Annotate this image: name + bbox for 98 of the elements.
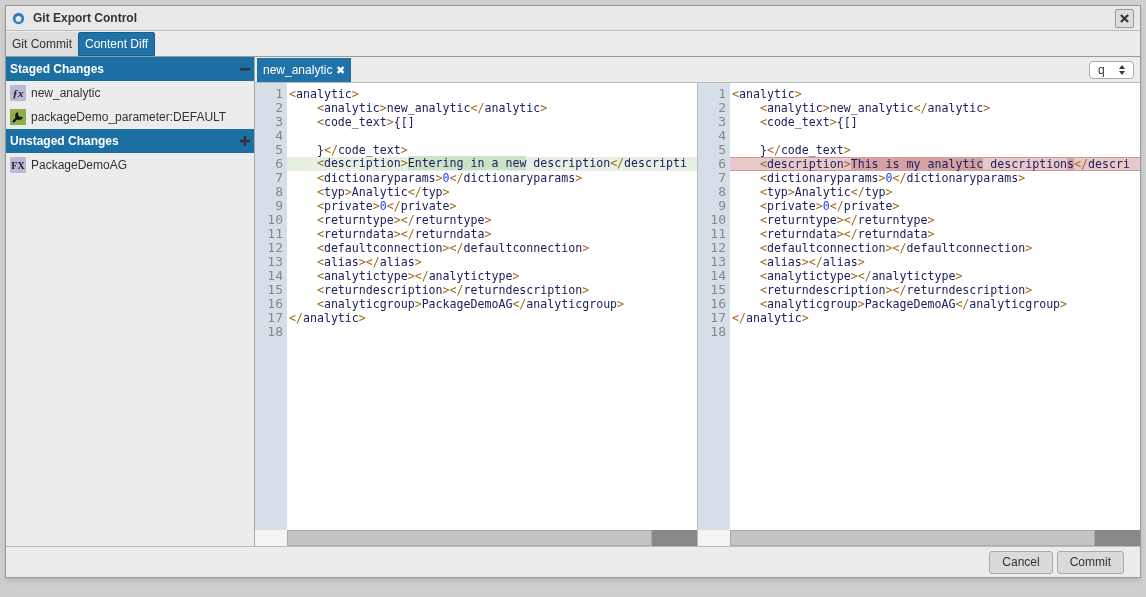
line-number: 10 (709, 213, 727, 227)
line-number: 6 (274, 157, 284, 171)
line-number: 3 (717, 115, 727, 129)
code-line: <code_text>{[] (315, 115, 416, 129)
code-line: </analytic> (731, 311, 810, 325)
line-number: 15 (709, 283, 727, 297)
code-line: <code_text>{[] (758, 115, 859, 129)
line-number: 18 (266, 325, 284, 339)
line-number: 9 (274, 199, 284, 213)
code-line: <defaultconnection></defaultconnection> (758, 241, 1034, 255)
code-line: <analytictype></analytictype> (315, 269, 521, 283)
line-number: 17 (266, 311, 284, 325)
code-line: <analyticgroup>PackageDemoAG</analyticgroup> (758, 297, 1069, 311)
dialog-button[interactable]: Commit (1056, 550, 1124, 574)
section-title: Staged Changes (10, 61, 105, 78)
updown-icon (1119, 65, 1125, 75)
scrollbar-thumb[interactable] (652, 530, 697, 546)
horizontal-scrollbar[interactable] (287, 530, 652, 546)
sidebar-item[interactable]: packageDemo_parameter:DEFAULT (6, 105, 254, 129)
tab-label: new_analytic (263, 62, 333, 79)
code-line: <analytic>new_analytic</analytic> (315, 101, 549, 115)
line-number: 11 (266, 227, 284, 241)
section-title: Unstaged Changes (10, 133, 119, 150)
line-number: 13 (266, 255, 284, 269)
line-number: 5 (717, 143, 727, 157)
code-line: }</code_text> (315, 143, 409, 157)
line-number: 4 (274, 129, 284, 143)
code-line: <returndata></returndata> (758, 227, 936, 241)
code-line: <dictionaryparams>0</dictionaryparams> (758, 171, 1027, 185)
line-number: 18 (709, 325, 727, 339)
section-header[interactable]: Staged Changes (6, 57, 254, 81)
line-number: 7 (717, 171, 727, 185)
function-icon: ƒx (10, 85, 26, 101)
view-select[interactable]: q (1089, 61, 1134, 79)
code-line: <analyticgroup>PackageDemoAG</analyticgroup> (315, 297, 626, 311)
line-number: 16 (709, 297, 727, 311)
code-line: <alias></alias> (758, 255, 866, 269)
line-number: 15 (266, 283, 284, 297)
close-tab-button[interactable]: ✖ (336, 61, 346, 79)
code-line: <private>0</private> (315, 199, 458, 213)
editor-tab[interactable]: new_analytic ✖ (257, 58, 352, 82)
tab[interactable]: Content Diff (78, 32, 156, 56)
function-icon: FX (10, 157, 26, 173)
close-icon (1120, 13, 1129, 23)
code-line: <returntype></returntype> (315, 213, 493, 227)
line-number: 13 (709, 255, 727, 269)
code-editor[interactable] (730, 83, 1140, 530)
code-line: <typ>Analytic</typ> (315, 185, 451, 199)
code-line: <returndescription></returndescription> (315, 283, 591, 297)
line-number: 5 (274, 143, 284, 157)
code-line: <dictionaryparams>0</dictionaryparams> (315, 171, 584, 185)
line-number: 9 (717, 199, 727, 213)
line-number: 14 (709, 269, 727, 283)
item-label: packageDemo_parameter:DEFAULT (31, 109, 227, 126)
line-number: 8 (717, 185, 727, 199)
sidebar-item[interactable]: FX PackageDemoAG (6, 153, 254, 177)
code-line: <returntype></returntype> (758, 213, 936, 227)
tab[interactable]: Git Commit (6, 32, 78, 56)
code-editor[interactable] (287, 83, 697, 530)
line-number: 16 (266, 297, 284, 311)
code-line: <private>0</private> (758, 199, 901, 213)
line-number: 6 (717, 157, 727, 171)
code-line: }</code_text> (758, 143, 852, 157)
dialog-button[interactable]: Cancel (989, 550, 1053, 574)
code-line: <defaultconnection></defaultconnection> (315, 241, 591, 255)
line-number: 7 (274, 171, 284, 185)
code-line: <typ>Analytic</typ> (758, 185, 894, 199)
section-header[interactable]: Unstaged Changes (6, 129, 254, 153)
code-line: <analytic>new_analytic</analytic> (758, 101, 992, 115)
line-number: 3 (274, 115, 284, 129)
line-number: 10 (266, 213, 284, 227)
wrench-icon (10, 109, 26, 125)
code-line: <returndescription></returndescription> (758, 283, 1034, 297)
line-number: 11 (709, 227, 727, 241)
code-line: <returndata></returndata> (315, 227, 493, 241)
line-number: 12 (709, 241, 727, 255)
code-line: </analytic> (288, 311, 367, 325)
line-number: 1 (274, 87, 284, 101)
scrollbar-thumb[interactable] (1095, 530, 1140, 546)
code-line: <alias></alias> (315, 255, 423, 269)
plus-icon[interactable] (240, 136, 250, 146)
line-number: 12 (266, 241, 284, 255)
line-number: 2 (274, 101, 284, 115)
code-line: <analytic> (731, 87, 803, 101)
window-title: Git Export Control (33, 10, 137, 27)
horizontal-scrollbar[interactable] (730, 530, 1095, 546)
line-number: 4 (717, 129, 727, 143)
line-number: 14 (266, 269, 284, 283)
line-number: 17 (709, 311, 727, 325)
code-line: <analytictype></analytictype> (758, 269, 964, 283)
sidebar-item[interactable]: ƒx new_analytic (6, 81, 254, 105)
item-label: new_analytic (31, 85, 101, 102)
line-number: 8 (274, 185, 284, 199)
close-button[interactable] (1115, 8, 1134, 28)
code-line: <analytic> (288, 87, 360, 101)
line-number: 1 (717, 87, 727, 101)
line-number: 2 (717, 101, 727, 115)
item-label: PackageDemoAG (31, 157, 128, 174)
